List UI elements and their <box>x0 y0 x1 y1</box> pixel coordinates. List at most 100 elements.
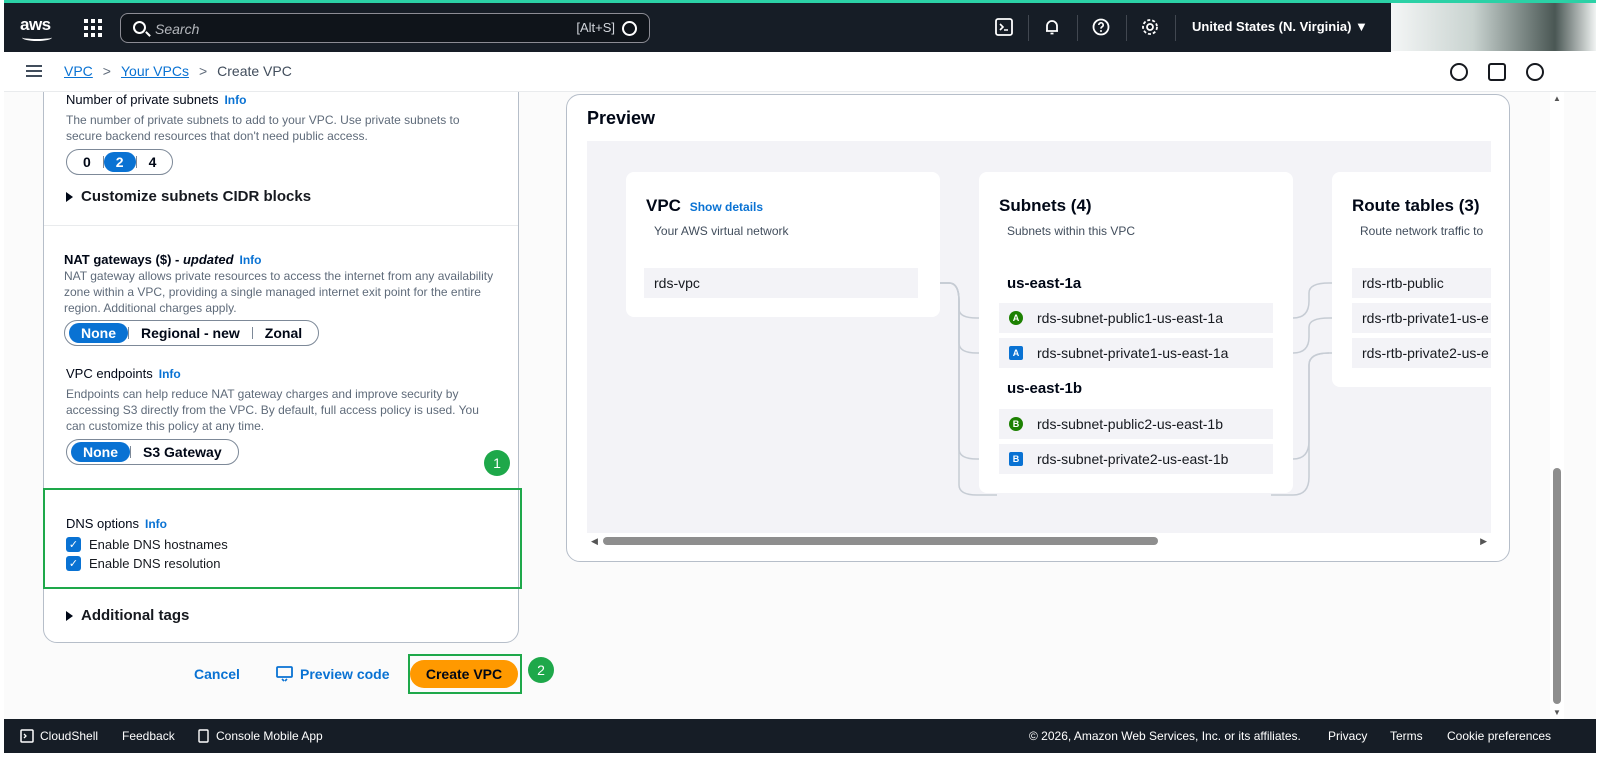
vpc-endpoints-label: VPC endpoints <box>66 366 153 381</box>
preview-panel: Preview VPC Show details Your AWS virtua… <box>566 94 1510 562</box>
preview-code-icon[interactable] <box>1488 63 1506 81</box>
search-shortcut-hint: [Alt+S] <box>576 20 615 35</box>
menu-icon[interactable] <box>26 65 42 78</box>
subnet-node[interactable]: Brds-subnet-public2-us-east-1b <box>999 409 1273 439</box>
main-content: Number of private subnets Info The number… <box>4 92 1596 719</box>
help-icon[interactable] <box>1091 17 1111 37</box>
subnets-card: Subnets (4) Subnets within this VPC us-e… <box>979 172 1293 493</box>
private-subnets-selector[interactable]: 0 2 4 <box>66 149 174 175</box>
step-badge-2: 2 <box>528 657 554 683</box>
route-table-node[interactable]: rds-rtb-private1-us-e <box>1352 303 1491 333</box>
cloudshell-icon[interactable] <box>994 17 1014 37</box>
nat-gateways-label: NAT gateways ($) - <box>64 252 183 267</box>
breadcrumb-link-your-vpcs[interactable]: Your VPCs <box>121 63 189 79</box>
privacy-link[interactable]: Privacy <box>1328 729 1367 743</box>
mobile-icon <box>198 729 209 743</box>
option-2[interactable]: 2 <box>103 152 136 172</box>
option-4[interactable]: 4 <box>137 154 169 170</box>
subnet-name: rds-subnet-public1-us-east-1a <box>1037 310 1223 326</box>
feedback-link[interactable]: Feedback <box>122 729 175 743</box>
amazon-q-icon[interactable] <box>622 21 637 36</box>
private-subnet-icon: B <box>1009 452 1023 466</box>
footer-bar: CloudShell Feedback Console Mobile App ©… <box>4 719 1596 753</box>
preview-code-label: Preview code <box>300 666 390 682</box>
option-0[interactable]: 0 <box>71 154 103 170</box>
show-details-link[interactable]: Show details <box>690 200 763 214</box>
region-selector[interactable]: United States (N. Virginia) ▼ <box>1192 19 1368 34</box>
vpc-node[interactable]: rds-vpc <box>644 268 918 298</box>
scroll-down-arrow-icon[interactable]: ▼ <box>1553 708 1561 717</box>
page-vertical-scrollbar[interactable]: ▲ ▼ <box>1550 92 1564 719</box>
preview-horizontal-scrollbar[interactable]: ◀ ▶ <box>587 533 1491 549</box>
private-subnets-label: Number of private subnets <box>66 92 219 107</box>
option-none[interactable]: None <box>71 442 130 462</box>
route-tables-card-subtitle: Route network traffic to <box>1360 224 1484 238</box>
breadcrumb: VPC > Your VPCs > Create VPC <box>64 63 292 79</box>
console-mobile-app-link[interactable]: Console Mobile App <box>198 729 323 743</box>
subnet-name: rds-subnet-public2-us-east-1b <box>1037 416 1223 432</box>
aws-logo[interactable]: aws <box>20 15 56 41</box>
subnet-node[interactable]: Ards-subnet-private1-us-east-1a <box>999 338 1273 368</box>
chevron-right-icon: > <box>102 63 111 79</box>
services-grid-icon[interactable] <box>84 19 102 37</box>
topbar-divider <box>1175 15 1176 41</box>
subnet-name: rds-subnet-private2-us-east-1b <box>1037 451 1229 467</box>
cloudshell-label: CloudShell <box>40 729 99 743</box>
top-navigation-bar: aws [Alt+S] United States (N. Virginia) … <box>4 3 1391 52</box>
caret-right-icon <box>66 191 73 202</box>
option-s3-gateway[interactable]: S3 Gateway <box>131 444 234 460</box>
endpoints-info-link[interactable]: Info <box>159 367 181 381</box>
additional-tags-expander[interactable]: Additional tags <box>66 607 189 624</box>
chevron-right-icon: > <box>198 63 208 79</box>
mobile-app-label: Console Mobile App <box>216 729 323 743</box>
nat-info-link[interactable]: Info <box>240 253 262 267</box>
route-table-node[interactable]: rds-rtb-public <box>1352 268 1491 298</box>
info-panel-icon[interactable] <box>1450 63 1468 81</box>
scroll-left-arrow-icon[interactable]: ◀ <box>591 536 598 547</box>
route-table-node[interactable]: rds-rtb-private2-us-e <box>1352 338 1491 368</box>
bell-icon[interactable] <box>1042 17 1062 37</box>
search-icon <box>133 21 146 34</box>
vpc-endpoints-selector[interactable]: None S3 Gateway <box>66 439 239 465</box>
step-badge-1: 1 <box>484 450 510 476</box>
preview-code-icon <box>276 666 293 682</box>
gear-icon[interactable] <box>1140 17 1160 37</box>
aws-smile-icon <box>22 34 52 41</box>
scrollbar-thumb[interactable] <box>603 537 1158 545</box>
private-subnets-description: The number of private subnets to add to … <box>66 113 460 143</box>
public-subnet-icon: B <box>1009 417 1023 431</box>
scrollbar-thumb[interactable] <box>1553 468 1561 704</box>
breadcrumb-bar: VPC > Your VPCs > Create VPC <box>4 52 1596 92</box>
option-regional[interactable]: Regional - new <box>129 325 252 341</box>
private-subnets-info-link[interactable]: Info <box>224 93 246 107</box>
vpc-card-title: VPC Show details <box>646 196 764 215</box>
search-bar[interactable]: [Alt+S] <box>120 13 650 43</box>
breadcrumb-link-vpc[interactable]: VPC <box>64 63 93 79</box>
subnet-name: rds-subnet-private1-us-east-1a <box>1037 345 1229 361</box>
subnet-node[interactable]: Brds-subnet-private2-us-east-1b <box>999 444 1273 474</box>
amazon-q-panel-icon[interactable] <box>1526 63 1544 81</box>
customize-cidr-expander[interactable]: Customize subnets CIDR blocks <box>66 188 311 205</box>
terms-link[interactable]: Terms <box>1390 729 1423 743</box>
cloudshell-button[interactable]: CloudShell <box>20 729 98 743</box>
topbar-divider <box>1126 15 1127 41</box>
scroll-up-arrow-icon[interactable]: ▲ <box>1553 94 1561 103</box>
divider <box>44 225 518 226</box>
preview-code-button[interactable]: Preview code <box>276 666 390 682</box>
search-input[interactable] <box>155 19 555 39</box>
create-vpc-button[interactable]: Create VPC <box>410 660 518 688</box>
private-subnet-icon: A <box>1009 346 1023 360</box>
cookie-preferences-link[interactable]: Cookie preferences <box>1447 729 1551 743</box>
option-zonal[interactable]: Zonal <box>253 325 314 341</box>
cancel-button[interactable]: Cancel <box>194 666 240 682</box>
scroll-right-arrow-icon[interactable]: ▶ <box>1480 536 1487 547</box>
subnets-card-title: Subnets (4) <box>999 196 1092 215</box>
endpoints-description: Endpoints can help reduce NAT gateway ch… <box>66 387 479 433</box>
cloudshell-icon <box>20 729 34 743</box>
route-tables-card: Route tables (3) Route network traffic t… <box>1332 172 1491 387</box>
az-label-1b: us-east-1b <box>1007 380 1083 397</box>
option-none[interactable]: None <box>69 323 128 343</box>
preview-canvas[interactable]: VPC Show details Your AWS virtual networ… <box>587 141 1491 533</box>
nat-gateways-selector[interactable]: None Regional - new Zonal <box>64 320 320 346</box>
subnet-node[interactable]: Ards-subnet-public1-us-east-1a <box>999 303 1273 333</box>
